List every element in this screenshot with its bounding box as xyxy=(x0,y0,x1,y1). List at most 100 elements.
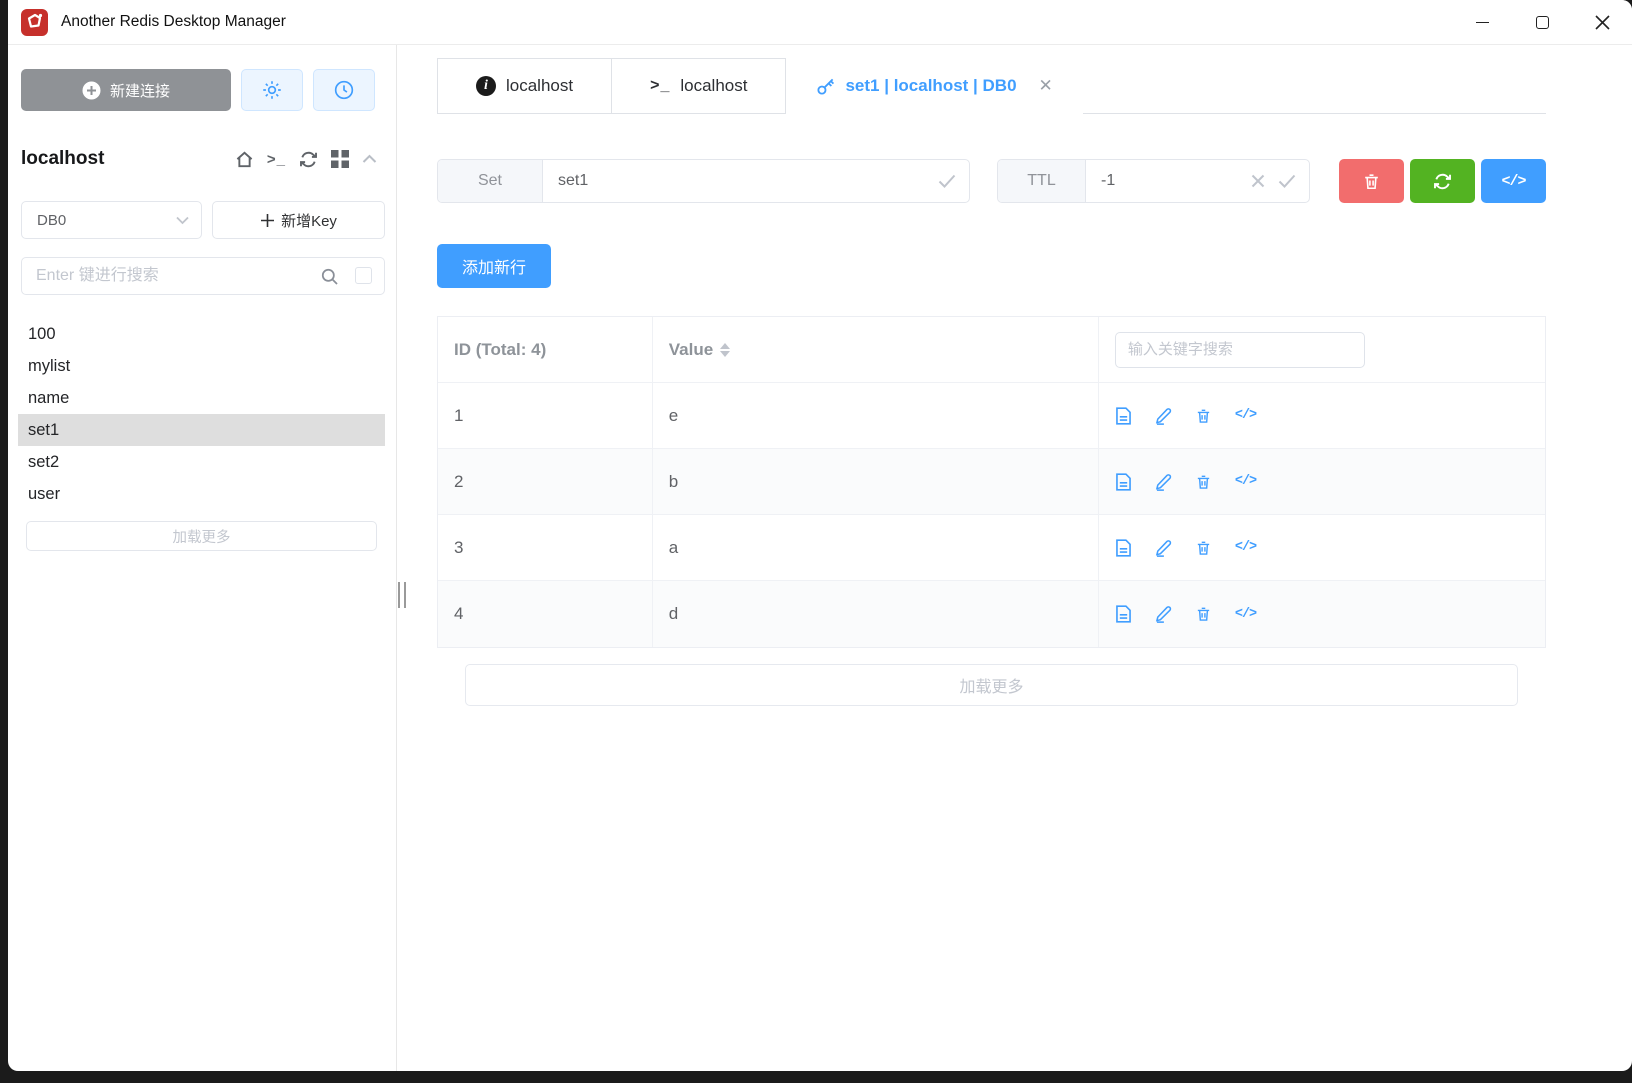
tab-close-icon[interactable]: ✕ xyxy=(1039,76,1053,96)
gear-icon xyxy=(262,80,282,100)
connection-name[interactable]: localhost xyxy=(21,148,104,170)
terminal-icon[interactable]: >_ xyxy=(267,151,286,168)
exact-search-checkbox[interactable] xyxy=(355,267,372,284)
key-item[interactable]: set2 xyxy=(18,446,385,478)
clear-ttl-icon[interactable] xyxy=(1251,174,1265,188)
terminal-icon: >_ xyxy=(650,77,670,95)
key-list: 100 mylist name set1 set2 user xyxy=(18,318,385,510)
row-id: 2 xyxy=(454,472,463,492)
tab-label: set1 | localhost | DB0 xyxy=(845,76,1016,96)
delete-key-button[interactable] xyxy=(1339,159,1404,203)
confirm-ttl-icon[interactable] xyxy=(1278,174,1296,188)
tab-bar: i localhost >_ localhost set1 | localhos… xyxy=(437,58,1546,114)
tab-label: localhost xyxy=(680,76,747,96)
code-icon: </> xyxy=(1501,173,1525,190)
key-type-label: Set xyxy=(438,160,543,202)
table-row[interactable]: 2 b </> xyxy=(438,449,1545,515)
key-item[interactable]: name xyxy=(18,382,385,414)
pencil-icon xyxy=(1155,539,1172,557)
search-icon[interactable] xyxy=(320,267,339,286)
info-icon: i xyxy=(476,76,496,96)
edit-row-button[interactable] xyxy=(1155,473,1172,491)
sort-desc-icon[interactable] xyxy=(720,351,730,357)
settings-button[interactable] xyxy=(241,69,303,111)
history-button[interactable] xyxy=(313,69,375,111)
key-item-selected[interactable]: set1 xyxy=(18,414,385,446)
tab-connection-info[interactable]: i localhost xyxy=(438,59,611,113)
row-value: b xyxy=(669,472,678,492)
code-icon: </> xyxy=(1235,474,1256,489)
titlebar: Another Redis Desktop Manager xyxy=(8,0,1632,45)
document-icon xyxy=(1115,539,1132,557)
view-row-button[interactable] xyxy=(1115,605,1132,623)
maximize-icon xyxy=(1536,16,1549,29)
confirm-key-icon[interactable] xyxy=(938,174,956,188)
row-id: 4 xyxy=(454,604,463,624)
ttl-group: TTL xyxy=(997,159,1310,203)
delete-row-button[interactable] xyxy=(1195,605,1212,623)
key-item[interactable]: mylist xyxy=(18,350,385,382)
row-value: a xyxy=(669,538,678,558)
tab-key-set1[interactable]: set1 | localhost | DB0 ✕ xyxy=(786,58,1082,114)
minimize-button[interactable] xyxy=(1452,0,1512,44)
sort-caret-icon xyxy=(720,343,730,357)
key-name-input[interactable] xyxy=(543,172,938,190)
tab-terminal[interactable]: >_ localhost xyxy=(611,59,785,113)
add-key-label: 新增Key xyxy=(281,210,337,231)
view-row-button[interactable] xyxy=(1115,539,1132,557)
key-editor-row: Set TTL xyxy=(437,159,1546,203)
trash-icon xyxy=(1195,473,1212,491)
pencil-icon xyxy=(1155,473,1172,491)
document-icon xyxy=(1115,473,1132,491)
home-icon[interactable] xyxy=(235,150,254,169)
row-id: 1 xyxy=(454,406,463,426)
sort-asc-icon[interactable] xyxy=(720,343,730,349)
row-command-button[interactable]: </> xyxy=(1235,474,1256,489)
delete-row-button[interactable] xyxy=(1195,407,1212,425)
table-header-row: ID (Total: 4) Value xyxy=(438,317,1545,383)
refresh-icon xyxy=(1433,172,1452,191)
table-row[interactable]: 4 d </> xyxy=(438,581,1545,647)
trash-icon xyxy=(1362,172,1381,191)
view-row-button[interactable] xyxy=(1115,473,1132,491)
ttl-input[interactable] xyxy=(1086,172,1251,190)
main-panel: i localhost >_ localhost set1 | localhos… xyxy=(397,45,1632,1071)
db-select[interactable]: DB0 xyxy=(21,201,202,239)
trash-icon xyxy=(1195,539,1212,557)
refresh-icon[interactable] xyxy=(299,150,318,169)
table-load-more-button[interactable]: 加载更多 xyxy=(465,664,1518,706)
edit-row-button[interactable] xyxy=(1155,407,1172,425)
grid-view-icon[interactable] xyxy=(331,150,349,168)
add-row-button[interactable]: 添加新行 xyxy=(437,244,551,288)
table-row[interactable]: 3 a </> xyxy=(438,515,1545,581)
value-table: ID (Total: 4) Value 1 e xyxy=(437,316,1546,648)
edit-row-button[interactable] xyxy=(1155,539,1172,557)
minimize-icon xyxy=(1476,22,1489,23)
delete-row-button[interactable] xyxy=(1195,473,1212,491)
edit-row-button[interactable] xyxy=(1155,605,1172,623)
row-command-button[interactable]: </> xyxy=(1235,607,1256,622)
window-title: Another Redis Desktop Manager xyxy=(61,13,286,31)
code-icon: </> xyxy=(1235,408,1256,423)
view-command-button[interactable]: </> xyxy=(1481,159,1546,203)
add-key-button[interactable]: 新增Key xyxy=(212,201,385,239)
sidebar-resize-handle[interactable] xyxy=(398,582,406,608)
refresh-key-button[interactable] xyxy=(1410,159,1475,203)
row-command-button[interactable]: </> xyxy=(1235,540,1256,555)
view-row-button[interactable] xyxy=(1115,407,1132,425)
trash-icon xyxy=(1195,605,1212,623)
table-search-input[interactable] xyxy=(1115,332,1365,368)
key-item[interactable]: 100 xyxy=(18,318,385,350)
maximize-button[interactable] xyxy=(1512,0,1572,44)
collapse-chevron-icon[interactable] xyxy=(362,154,377,164)
document-icon xyxy=(1115,407,1132,425)
row-command-button[interactable]: </> xyxy=(1235,408,1256,423)
row-value: d xyxy=(669,604,678,624)
key-item[interactable]: user xyxy=(18,478,385,510)
table-row[interactable]: 1 e </> xyxy=(438,383,1545,449)
ttl-label: TTL xyxy=(998,160,1086,202)
sidebar-load-more-button[interactable]: 加载更多 xyxy=(26,521,377,551)
delete-row-button[interactable] xyxy=(1195,539,1212,557)
new-connection-button[interactable]: 新建连接 xyxy=(21,69,231,111)
close-button[interactable] xyxy=(1572,0,1632,44)
